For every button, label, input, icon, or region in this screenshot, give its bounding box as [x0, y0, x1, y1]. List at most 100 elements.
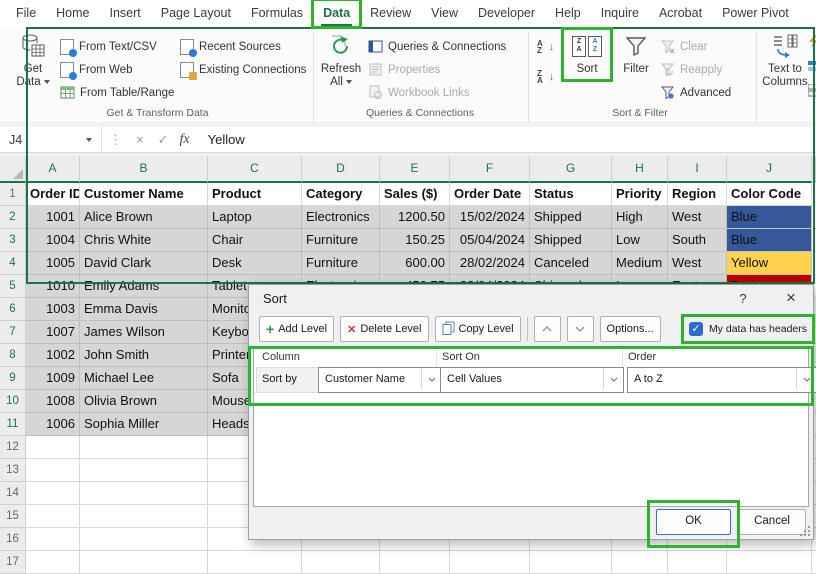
cell-G17[interactable]	[530, 551, 612, 574]
column-header-A[interactable]: A	[26, 156, 80, 183]
ribbon-tab-page-layout[interactable]: Page Layout	[151, 0, 241, 27]
insert-function-icon[interactable]: fx	[180, 132, 190, 148]
cell-G1[interactable]: Status	[530, 183, 612, 206]
cell-D4[interactable]: Furniture	[302, 252, 380, 275]
column-header-J[interactable]: J	[727, 156, 812, 183]
column-header-I[interactable]: I	[668, 156, 727, 183]
add-level-button[interactable]: + Add Level	[259, 316, 335, 342]
from-web-button[interactable]: From Web	[60, 59, 132, 80]
cell-A1[interactable]: Order ID	[26, 183, 80, 206]
cell-E4[interactable]: 600.00	[380, 252, 450, 275]
cell-B6[interactable]: Emma Davis	[80, 298, 208, 321]
cell-H2[interactable]: High	[612, 206, 668, 229]
cell-I1[interactable]: Region	[668, 183, 727, 206]
flash-fill-icon[interactable]	[808, 35, 816, 48]
dialog-close-button[interactable]: ×	[777, 285, 805, 313]
cell-C3[interactable]: Chair	[208, 229, 302, 252]
cell-A4[interactable]: 1005	[26, 252, 80, 275]
cell-E1[interactable]: Sales ($)	[380, 183, 450, 206]
sort-ascending-button[interactable]: A Z ↓	[537, 36, 554, 57]
cell-F2[interactable]: 15/02/2024	[450, 206, 530, 229]
row-header-13[interactable]: 13	[0, 459, 26, 482]
ok-button[interactable]: OK	[656, 509, 731, 535]
ribbon-tab-view[interactable]: View	[421, 0, 468, 27]
formula-menu-dots-icon[interactable]: ⋮	[109, 132, 122, 148]
ribbon-tab-acrobat[interactable]: Acrobat	[649, 0, 712, 27]
cancel-formula-icon[interactable]: ×	[136, 132, 144, 147]
column-header-G[interactable]: G	[530, 156, 612, 183]
cell-G3[interactable]: Shipped	[530, 229, 612, 252]
row-header-10[interactable]: 10	[0, 390, 26, 413]
column-header-H[interactable]: H	[612, 156, 668, 183]
cell-C2[interactable]: Laptop	[208, 206, 302, 229]
from-text-csv-button[interactable]: From Text/CSV	[60, 36, 157, 57]
row-header-8[interactable]: 8	[0, 344, 26, 367]
move-up-button[interactable]	[533, 316, 561, 342]
cell-F4[interactable]: 28/02/2024	[450, 252, 530, 275]
column-header-F[interactable]: F	[450, 156, 530, 183]
cell-A8[interactable]: 1002	[26, 344, 80, 367]
move-down-button[interactable]	[566, 316, 594, 342]
order-dropdown[interactable]: A to Z	[627, 367, 816, 393]
cell-A14[interactable]	[26, 482, 80, 505]
cell-F1[interactable]: Order Date	[450, 183, 530, 206]
cell-I2[interactable]: West	[668, 206, 727, 229]
cell-H4[interactable]: Medium	[612, 252, 668, 275]
cell-B10[interactable]: Olivia Brown	[80, 390, 208, 413]
dialog-help-button[interactable]: ?	[731, 285, 755, 313]
ribbon-tab-home[interactable]: Home	[46, 0, 99, 27]
cell-B16[interactable]	[80, 528, 208, 551]
sort-on-dropdown[interactable]: Cell Values	[440, 367, 624, 393]
cell-D17[interactable]	[302, 551, 380, 574]
cancel-button[interactable]: Cancel	[738, 509, 806, 535]
cell-A5[interactable]: 1010	[26, 275, 80, 298]
cell-H17[interactable]	[612, 551, 668, 574]
cell-A3[interactable]: 1004	[26, 229, 80, 252]
cell-A2[interactable]: 1001	[26, 206, 80, 229]
remove-duplicates-icon[interactable]	[808, 60, 816, 72]
row-header-4[interactable]: 4	[0, 252, 26, 275]
cell-A13[interactable]	[26, 459, 80, 482]
cell-J1[interactable]: Color Code	[727, 183, 812, 206]
cell-J3[interactable]: Blue	[727, 229, 812, 252]
row-header-3[interactable]: 3	[0, 229, 26, 252]
cell-B3[interactable]: Chris White	[80, 229, 208, 252]
cell-I4[interactable]: West	[668, 252, 727, 275]
refresh-all-button[interactable]: Refresh All	[318, 31, 364, 89]
existing-connections-button[interactable]: Existing Connections	[180, 59, 306, 80]
cell-B17[interactable]	[80, 551, 208, 574]
ribbon-tab-insert[interactable]: Insert	[100, 0, 151, 27]
delete-level-button[interactable]: ✕ Delete Level	[340, 316, 429, 342]
cell-A11[interactable]: 1006	[26, 413, 80, 436]
cell-B1[interactable]: Customer Name	[80, 183, 208, 206]
get-data-button[interactable]: Get Data	[10, 31, 56, 89]
cell-B14[interactable]	[80, 482, 208, 505]
cell-A9[interactable]: 1009	[26, 367, 80, 390]
cell-D1[interactable]: Category	[302, 183, 380, 206]
recent-sources-button[interactable]: Recent Sources	[180, 36, 281, 57]
options-button[interactable]: Options...	[599, 316, 661, 342]
cell-J2[interactable]: Blue	[727, 206, 812, 229]
column-dropdown[interactable]: Customer Name	[318, 367, 442, 393]
cell-B15[interactable]	[80, 505, 208, 528]
row-header-6[interactable]: 6	[0, 298, 26, 321]
cell-J17[interactable]	[727, 551, 812, 574]
enter-formula-icon[interactable]: ✓	[158, 132, 169, 148]
ribbon-tab-developer[interactable]: Developer	[468, 0, 545, 27]
column-header-B[interactable]: B	[80, 156, 208, 183]
cell-E3[interactable]: 150.25	[380, 229, 450, 252]
row-header-1[interactable]: 1	[0, 183, 26, 206]
ribbon-tab-review[interactable]: Review	[360, 0, 421, 27]
cell-B12[interactable]	[80, 436, 208, 459]
name-box[interactable]: J4	[0, 127, 102, 152]
column-header-E[interactable]: E	[380, 156, 450, 183]
cell-G4[interactable]: Canceled	[530, 252, 612, 275]
my-data-has-headers-checkbox[interactable]: ✓ My data has headers	[688, 322, 807, 336]
ribbon-tab-help[interactable]: Help	[545, 0, 591, 27]
ribbon-tab-inquire[interactable]: Inquire	[591, 0, 649, 27]
copy-level-button[interactable]: Copy Level	[434, 316, 521, 342]
row-header-7[interactable]: 7	[0, 321, 26, 344]
cell-A12[interactable]	[26, 436, 80, 459]
cell-A17[interactable]	[26, 551, 80, 574]
cell-C17[interactable]	[208, 551, 302, 574]
